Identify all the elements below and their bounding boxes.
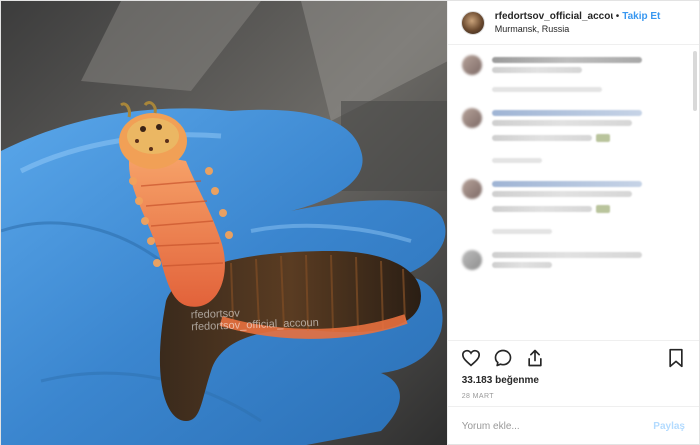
blurred-line	[491, 181, 642, 187]
action-bar	[447, 340, 699, 374]
blurred-emoji	[595, 205, 610, 213]
blurred-row	[491, 130, 687, 146]
like-button[interactable]	[460, 347, 482, 369]
commenter-avatar-blurred	[461, 108, 482, 128]
share-button[interactable]	[524, 347, 546, 369]
comment-blurred-text	[491, 248, 687, 272]
share-icon	[528, 349, 542, 366]
comments-list[interactable]	[448, 45, 699, 340]
heart-icon	[461, 349, 480, 366]
commenter-avatar-blurred	[461, 250, 482, 270]
save-button[interactable]	[665, 347, 687, 369]
comment-input[interactable]	[461, 421, 654, 432]
blurred-line	[491, 110, 642, 116]
instagram-post: rfedortsov rfedortsov_official_accoun rf…	[0, 0, 700, 445]
header-row: rfedortsov_official_accou • Takip Et	[495, 11, 661, 22]
blurred-line	[491, 262, 552, 268]
avatar[interactable]	[460, 10, 485, 35]
post-date: 28 MART	[461, 393, 494, 400]
bookmark-icon	[669, 348, 683, 367]
comment-bar: Paylaş	[447, 406, 699, 445]
worm-photo-illustration	[1, 1, 447, 445]
post-header: rfedortsov_official_accou • Takip Et Mur…	[447, 1, 699, 45]
blurred-meta	[491, 229, 552, 234]
photo-watermark: rfedortsov rfedortsov_official_accoun	[191, 305, 319, 334]
blurred-line	[491, 135, 592, 141]
commenter-avatar-blurred	[461, 179, 482, 199]
blurred-line	[491, 206, 592, 212]
comment-blurred-text	[491, 177, 687, 234]
blurred-line	[491, 191, 632, 197]
likes-count[interactable]: 33.183 beğenme	[448, 374, 699, 388]
comment-item	[461, 248, 687, 272]
post-sidebar: rfedortsov_official_accou • Takip Et Mur…	[446, 1, 699, 445]
comment-button[interactable]	[492, 347, 514, 369]
separator-dot: •	[615, 11, 620, 22]
blurred-emoji	[595, 134, 610, 142]
blurred-meta	[491, 87, 602, 92]
comment-blurred-text	[491, 106, 687, 163]
blurred-line	[491, 67, 582, 73]
comment-item	[461, 53, 687, 92]
blurred-line	[491, 120, 632, 126]
header-text: rfedortsov_official_accou • Takip Et Mur…	[495, 11, 661, 34]
commenter-avatar-blurred	[461, 55, 482, 75]
comment-blurred-text	[491, 53, 687, 92]
blurred-line	[491, 252, 642, 258]
location-link[interactable]: Murmansk, Russia	[495, 24, 661, 34]
username-link[interactable]: rfedortsov_official_accou	[495, 11, 613, 22]
comment-icon	[494, 349, 512, 366]
blurred-row	[491, 201, 687, 217]
blurred-line	[491, 57, 642, 63]
post-comment-button[interactable]: Paylaş	[653, 421, 685, 432]
comments-scrollbar[interactable]	[693, 51, 697, 111]
post-photo[interactable]: rfedortsov rfedortsov_official_accoun	[1, 1, 447, 445]
comment-item	[461, 106, 687, 163]
follow-button[interactable]: Takip Et	[622, 11, 660, 22]
blurred-meta	[491, 158, 542, 163]
comment-item	[461, 177, 687, 234]
